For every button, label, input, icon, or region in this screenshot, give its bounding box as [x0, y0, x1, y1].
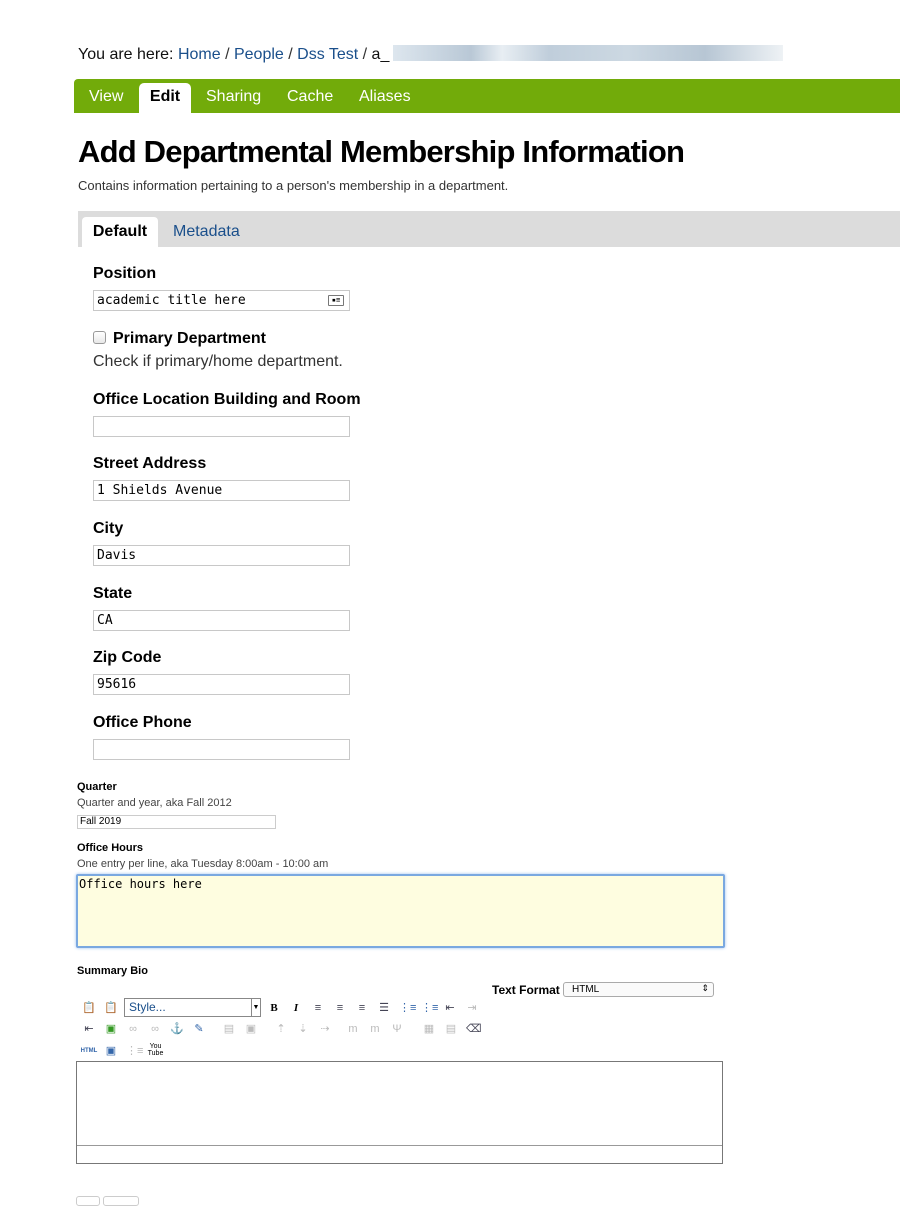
save-button[interactable]	[76, 1196, 100, 1206]
primary-department-label: Primary Department	[113, 330, 266, 347]
office-location-label: Office Location Building and Room	[93, 391, 361, 408]
youtube-icon-label: You Tube	[147, 1043, 164, 1057]
paste-word-icon[interactable]: 📋	[104, 1001, 118, 1015]
align-left-icon[interactable]: ≡	[311, 1001, 325, 1015]
text-format-select[interactable]: HTML ⇕	[563, 982, 714, 997]
fullscreen-icon[interactable]: ▣	[104, 1044, 118, 1058]
cancel-button[interactable]	[103, 1196, 139, 1206]
quarter-help: Quarter and year, aka Fall 2012	[77, 797, 232, 809]
youtube-icon[interactable]: You Tube	[147, 1043, 164, 1059]
bullet-list-icon[interactable]: ⋮≡	[399, 1001, 416, 1015]
position-value: academic title here	[97, 293, 246, 308]
html-source-icon[interactable]: HTML	[79, 1044, 99, 1058]
tab-metadata[interactable]: Metadata	[173, 223, 240, 241]
state-input[interactable]: CA	[93, 610, 350, 631]
unlink-icon[interactable]: ∞	[148, 1022, 162, 1036]
office-phone-input[interactable]	[93, 739, 350, 760]
breadcrumb-people[interactable]: People	[234, 46, 284, 63]
split-cells-icon[interactable]: ▦	[422, 1022, 436, 1036]
link-icon[interactable]: ∞	[126, 1022, 140, 1036]
office-hours-label: Office Hours	[77, 842, 144, 854]
indent-icon[interactable]: ⇥	[465, 1001, 479, 1015]
delete-col-icon[interactable]: Ψ	[390, 1022, 404, 1036]
dropdown-arrow-icon: ▼	[251, 999, 260, 1016]
city-input[interactable]: Davis	[93, 545, 350, 566]
office-phone-label: Office Phone	[93, 714, 192, 731]
anchor-icon[interactable]: ⚓	[170, 1022, 184, 1036]
justify-icon[interactable]: ☰	[377, 1001, 391, 1015]
breadcrumb-prefix: You are here:	[78, 46, 174, 63]
state-label: State	[93, 585, 133, 602]
summary-bio-editor[interactable]	[76, 1061, 723, 1164]
office-hours-help: One entry per line, aka Tuesday 8:00am -…	[77, 858, 329, 870]
page-title: Add Departmental Membership Information	[78, 134, 685, 169]
table-row-icon[interactable]: ▤	[222, 1022, 236, 1036]
redacted-name	[393, 45, 784, 61]
tab-edit[interactable]: Edit	[139, 83, 191, 113]
office-location-input[interactable]	[93, 416, 350, 437]
office-hours-textarea[interactable]: Office hours here	[76, 874, 725, 948]
insert-row-after-icon[interactable]: ⇣	[296, 1022, 310, 1036]
eraser-icon[interactable]: ⌫	[466, 1022, 482, 1036]
text-format-value: HTML	[572, 984, 600, 995]
breadcrumb-current: a_	[371, 46, 390, 63]
text-format-label: Text Format	[492, 983, 560, 997]
quarter-input[interactable]: Fall 2019	[77, 815, 276, 829]
action-tabs: View Edit Sharing Cache Aliases	[74, 79, 900, 113]
zip-input[interactable]: 95616	[93, 674, 350, 695]
paste-text-icon[interactable]: 📋	[82, 1001, 96, 1015]
tab-view[interactable]: View	[89, 88, 123, 106]
primary-department-help: Check if primary/home department.	[93, 353, 343, 370]
outdent-icon[interactable]: ⇤	[443, 1001, 457, 1015]
list-style-icon[interactable]: ⋮≡	[126, 1044, 143, 1058]
insert-row-before-icon[interactable]: ⇡	[274, 1022, 288, 1036]
street-address-label: Street Address	[93, 455, 207, 472]
breadcrumb-dss-test[interactable]: Dss Test	[297, 46, 358, 63]
insert-col-after-icon[interactable]: m	[368, 1022, 382, 1036]
city-label: City	[93, 520, 124, 537]
merge-cells-icon[interactable]: ▤	[444, 1022, 458, 1036]
tab-cache[interactable]: Cache	[287, 88, 333, 106]
numbered-list-icon[interactable]: ⋮≡	[421, 1001, 438, 1015]
contact-card-icon: ▪≡	[328, 295, 344, 306]
select-arrows-icon: ⇕	[701, 983, 709, 993]
page-description: Contains information pertaining to a per…	[78, 178, 509, 193]
blockquote-icon[interactable]: ⇤	[82, 1022, 96, 1036]
primary-department-checkbox[interactable]	[93, 331, 106, 344]
summary-bio-label: Summary Bio	[77, 965, 148, 977]
breadcrumb: You are here: Home / People / Dss Test /…	[78, 45, 784, 64]
tab-default[interactable]: Default	[82, 217, 158, 247]
breadcrumb-home[interactable]: Home	[178, 46, 221, 63]
position-input[interactable]: academic title here ▪≡	[93, 290, 350, 311]
tab-sharing[interactable]: Sharing	[206, 88, 261, 106]
html-icon-label: HTML	[80, 1048, 98, 1054]
bold-icon[interactable]: B	[267, 1001, 281, 1015]
insert-col-before-icon[interactable]: m	[346, 1022, 360, 1036]
align-right-icon[interactable]: ≡	[355, 1001, 369, 1015]
image-icon[interactable]: ▣	[104, 1022, 118, 1036]
editor-statusbar	[77, 1145, 722, 1163]
quarter-label: Quarter	[77, 781, 117, 793]
position-label: Position	[93, 265, 157, 282]
edit-html-icon[interactable]: ✎	[192, 1022, 206, 1036]
italic-icon[interactable]: I	[289, 1001, 303, 1015]
street-address-input[interactable]: 1 Shields Avenue	[93, 480, 350, 501]
zip-label: Zip Code	[93, 649, 162, 666]
tab-aliases[interactable]: Aliases	[359, 88, 411, 106]
style-placeholder: Style...	[129, 1000, 166, 1014]
table-cell-icon[interactable]: ▣	[244, 1022, 258, 1036]
align-center-icon[interactable]: ≡	[333, 1001, 347, 1015]
style-select[interactable]: Style... ▼	[124, 998, 261, 1017]
delete-row-icon[interactable]: ⇢	[318, 1022, 332, 1036]
form-tabs: Default Metadata	[78, 211, 900, 247]
